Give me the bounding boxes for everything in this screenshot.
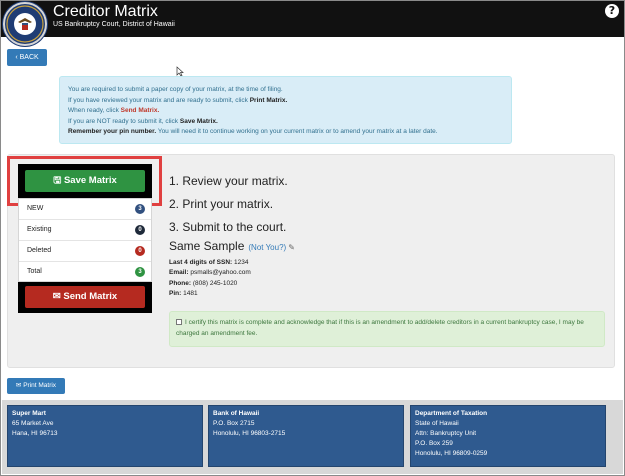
debtor-name-row: Same Sample (Not You?) ✎ — [169, 239, 295, 253]
not-you-link[interactable]: (Not You?) — [248, 243, 286, 252]
creditor-card[interactable]: Super Mart 65 Market Ave Hana, HI 96713 — [7, 405, 203, 467]
creditor-address-line: P.O. Box 2715 — [213, 420, 255, 427]
status-label: Total — [27, 268, 42, 275]
creditor-name: Bank of Hawaii — [213, 410, 260, 417]
phone-line: Phone: (808) 245-1020 — [169, 280, 238, 287]
creditor-card[interactable]: Department of Taxation State of Hawaii A… — [410, 405, 606, 467]
info-line-3: When ready, click Send Matrix. — [68, 107, 160, 114]
step-print: 2. Print your matrix. — [169, 197, 274, 211]
creditor-address-line: Attn: Bankruptcy Unit — [415, 430, 477, 437]
status-count-badge: 3 — [135, 204, 145, 214]
back-button[interactable]: ‹ BACK — [7, 49, 47, 66]
pin-line: Pin: 1481 — [169, 290, 198, 297]
print-matrix-label: Print Matrix — [23, 382, 57, 389]
status-label: NEW — [27, 205, 44, 212]
envelope-icon: ✉ — [52, 291, 64, 302]
status-row-total[interactable]: Total 3 — [19, 262, 151, 283]
creditor-address-line: State of Hawaii — [415, 420, 459, 427]
step-submit: 3. Submit to the court. — [169, 220, 287, 234]
pencil-icon[interactable]: ✎ — [288, 243, 295, 252]
creditor-name: Super Mart — [12, 410, 46, 417]
print-matrix-button[interactable]: ✉ Print Matrix — [7, 378, 65, 394]
creditor-address-line: 65 Market Ave — [12, 420, 54, 427]
certify-checkbox[interactable] — [176, 319, 182, 326]
creditor-address-line: Honolulu, HI 96803-2715 — [213, 430, 286, 437]
help-icon[interactable]: ? — [605, 4, 619, 18]
back-button-label: BACK — [19, 54, 39, 61]
creditor-card[interactable]: Bank of Hawaii P.O. Box 2715 Honolulu, H… — [208, 405, 404, 467]
status-row-existing[interactable]: Existing 0 — [19, 220, 151, 241]
info-line-1: You are required to submit a paper copy … — [68, 86, 283, 93]
court-seal-logo — [3, 2, 47, 46]
app-title: Creditor Matrix — [53, 3, 158, 20]
creditor-name: Department of Taxation — [415, 410, 488, 417]
info-line-2: If you have reviewed your matrix and are… — [68, 96, 288, 104]
status-list: NEW 3 Existing 0 Deleted 0 Total 3 — [18, 198, 152, 282]
app-subtitle: US Bankruptcy Court, District of Hawaii — [53, 21, 175, 28]
ssn-line: Last 4 digits of SSN: 1234 — [169, 259, 249, 266]
status-label: Existing — [27, 226, 52, 233]
creditor-address-line: P.O. Box 259 — [415, 440, 453, 447]
debtor-name: Same Sample — [169, 239, 245, 253]
info-line-5: Remember your pin number. You will need … — [68, 128, 438, 135]
status-count-badge: 0 — [135, 246, 145, 256]
status-label: Deleted — [27, 247, 52, 254]
certify-text: I certify this matrix is complete and ac… — [176, 319, 584, 337]
info-alert: You are required to submit a paper copy … — [59, 76, 512, 144]
creditor-address-line: Hana, HI 96713 — [12, 430, 58, 437]
status-count-badge: 3 — [135, 267, 145, 277]
status-row-new[interactable]: NEW 3 — [19, 199, 151, 220]
status-count-badge: 0 — [135, 225, 145, 235]
step-review: 1. Review your matrix. — [169, 174, 288, 188]
creditor-address-line: Honolulu, HI 96809-0259 — [415, 450, 488, 457]
info-line-4: If you are NOT ready to submit it, click… — [68, 117, 218, 125]
certify-alert: I certify this matrix is complete and ac… — [169, 311, 605, 347]
email-line: Email: psmalls@yahoo.com — [169, 269, 251, 276]
send-matrix-button[interactable]: ✉ Send Matrix — [25, 286, 145, 308]
status-row-deleted[interactable]: Deleted 0 — [19, 241, 151, 262]
send-matrix-label: Send Matrix — [63, 291, 118, 302]
